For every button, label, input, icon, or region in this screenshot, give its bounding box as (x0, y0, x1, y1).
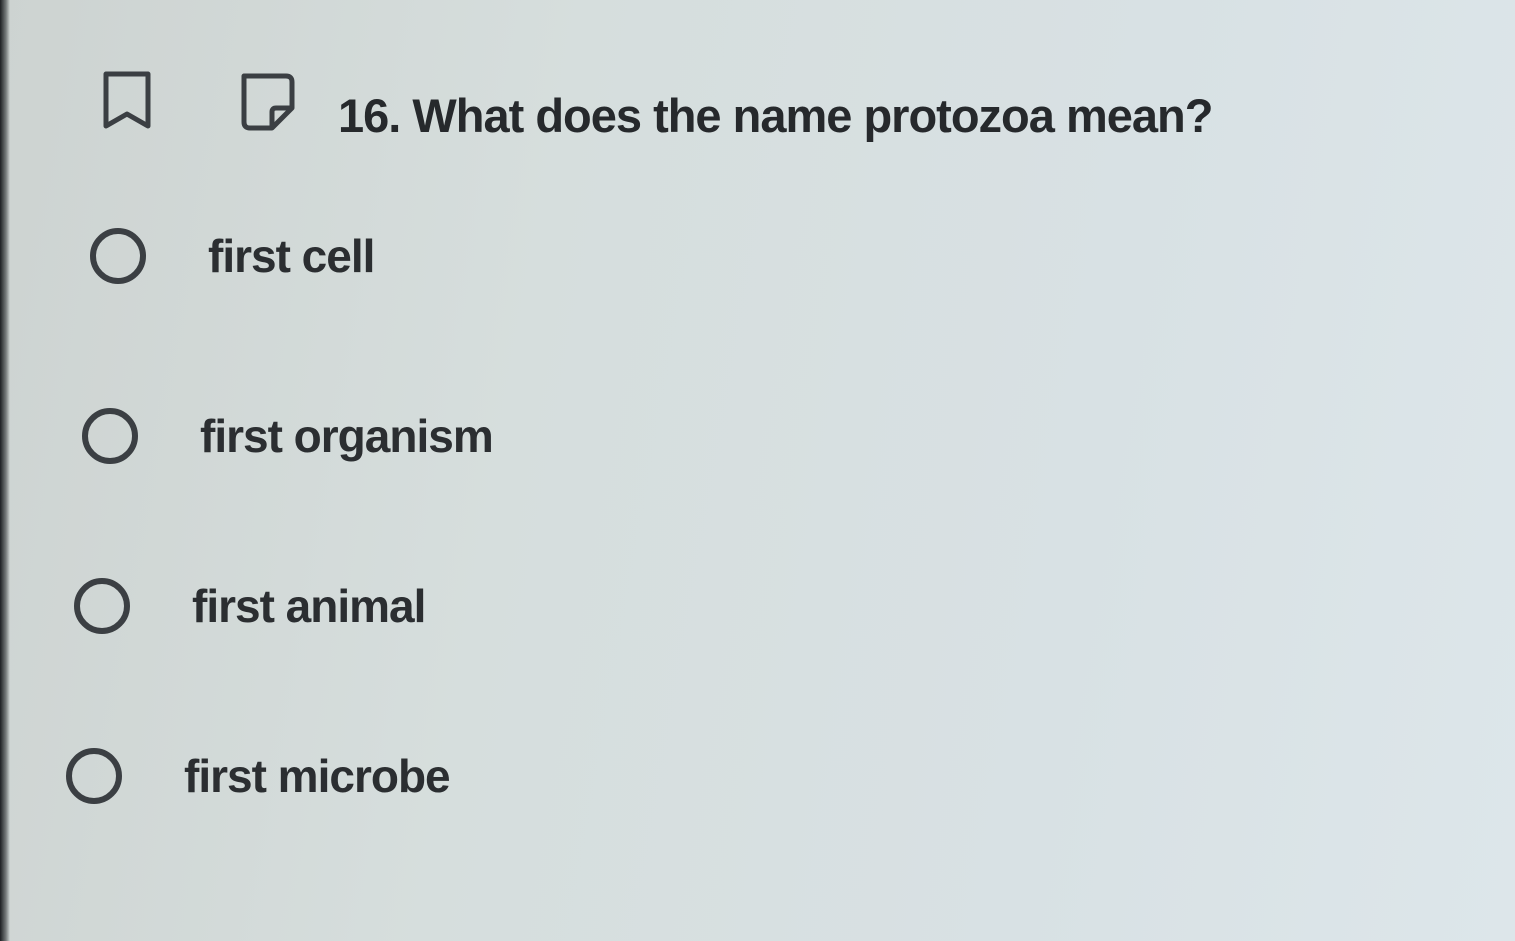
radio-button[interactable] (66, 748, 122, 804)
answer-option-label: first organism (200, 410, 494, 462)
note-icon[interactable] (236, 70, 296, 132)
radio-button[interactable] (82, 408, 138, 464)
answer-option[interactable]: first microbe (66, 748, 451, 804)
answer-option[interactable]: first organism (82, 408, 494, 464)
bookmark-icon[interactable] (102, 70, 152, 130)
question-title: 16. What does the name protozoa mean? (338, 89, 1213, 142)
answer-option-label: first animal (192, 580, 426, 632)
radio-button[interactable] (74, 578, 130, 634)
answer-option[interactable]: first animal (74, 578, 426, 634)
screen-edge-shadow (0, 0, 10, 941)
answer-option[interactable]: first cell (90, 228, 375, 284)
answer-option-label: first microbe (184, 750, 451, 802)
answer-option-label: first cell (208, 230, 375, 282)
radio-button[interactable] (90, 228, 146, 284)
